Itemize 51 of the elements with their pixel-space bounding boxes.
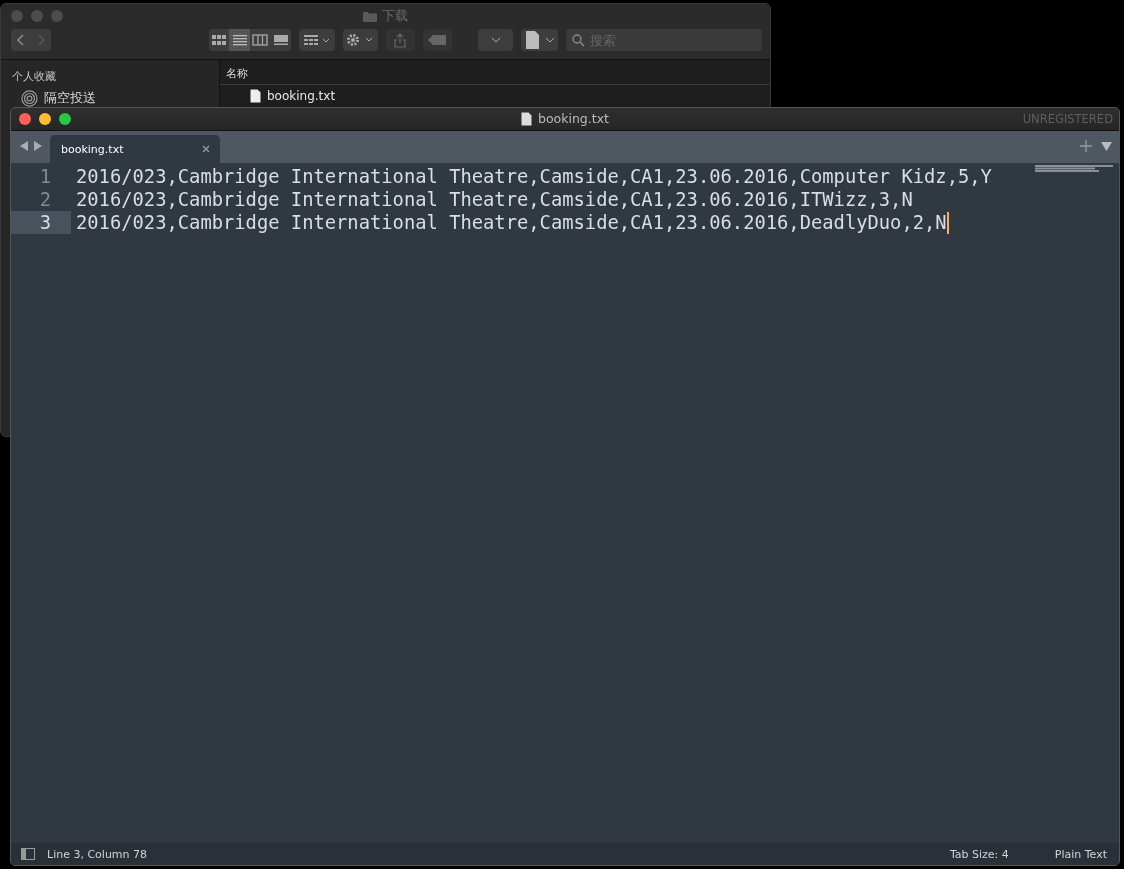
file-name: booking.txt	[267, 89, 336, 103]
sidebar-item[interactable]: 隔空投送	[1, 84, 219, 107]
tab-label: booking.txt	[61, 142, 124, 156]
line-number: 1	[38, 165, 52, 188]
window-title: booking.txt	[538, 111, 609, 126]
file-tab[interactable]: booking.txt	[50, 135, 220, 163]
line-number: 3	[11, 211, 71, 234]
syntax-button[interactable]: Plain Text	[1054, 847, 1107, 861]
document-dropdown-button[interactable]	[521, 29, 558, 51]
chevron-right-icon	[35, 33, 46, 47]
next-tab-icon[interactable]	[33, 141, 42, 151]
close-icon[interactable]	[202, 145, 210, 153]
text-cursor	[946, 211, 949, 234]
grid-icon	[211, 34, 228, 46]
tab-size-button[interactable]: Tab Size: 4	[949, 847, 1009, 861]
dropdown-icon[interactable]	[1101, 141, 1112, 151]
list-icon	[231, 34, 248, 46]
sidebar-heading: 个人收藏	[11, 69, 57, 84]
window-title: 下载	[382, 7, 408, 25]
zoom-button[interactable]	[59, 113, 71, 125]
tag-button[interactable]	[422, 29, 452, 51]
tag-icon	[428, 35, 447, 45]
code-line: 2016/023,Cambridge International Theatre,Camside,CA1,23.06.2016,ITWizz,3,N	[75, 189, 913, 210]
settings-button[interactable]	[342, 29, 378, 51]
minimize-button[interactable]	[39, 113, 51, 125]
columns-icon	[252, 34, 269, 46]
airdrop-rings-icon	[21, 89, 38, 107]
document-chevron-icon	[523, 31, 556, 49]
file-row[interactable]: booking.txt	[220, 85, 770, 103]
folder-icon	[363, 10, 377, 22]
cursor-position: Line 3, Column 78	[47, 847, 148, 861]
previous-tab-icon[interactable]	[20, 141, 29, 151]
gallery-icon	[273, 34, 290, 46]
document-icon	[250, 89, 261, 103]
group-button[interactable]	[299, 29, 335, 51]
chevron-left-icon	[15, 33, 26, 47]
document-icon	[521, 111, 532, 126]
list-view-button[interactable]	[229, 29, 251, 51]
plus-icon[interactable]	[1080, 140, 1092, 152]
line-number: 2	[38, 188, 52, 211]
code-line: 2016/023,Cambridge International Theatre,Camside,CA1,23.06.2016,DeadlyDuo,2,N	[75, 212, 947, 233]
column-header[interactable]: 名称	[220, 60, 770, 85]
grid-chevron-icon	[303, 34, 332, 46]
search-icon	[571, 34, 585, 47]
share-icon	[394, 32, 407, 48]
close-button[interactable]	[19, 113, 31, 125]
sidebar-item-label: 隔空投送	[44, 89, 96, 107]
sidebar-toggle-icon[interactable]	[21, 848, 35, 860]
chevron-down-icon	[490, 37, 501, 43]
gear-icon	[346, 33, 375, 47]
code-line: 2016/023,Cambridge International Theatre,Camside,CA1,23.06.2016,Computer Kidz,5,Y	[75, 166, 992, 187]
